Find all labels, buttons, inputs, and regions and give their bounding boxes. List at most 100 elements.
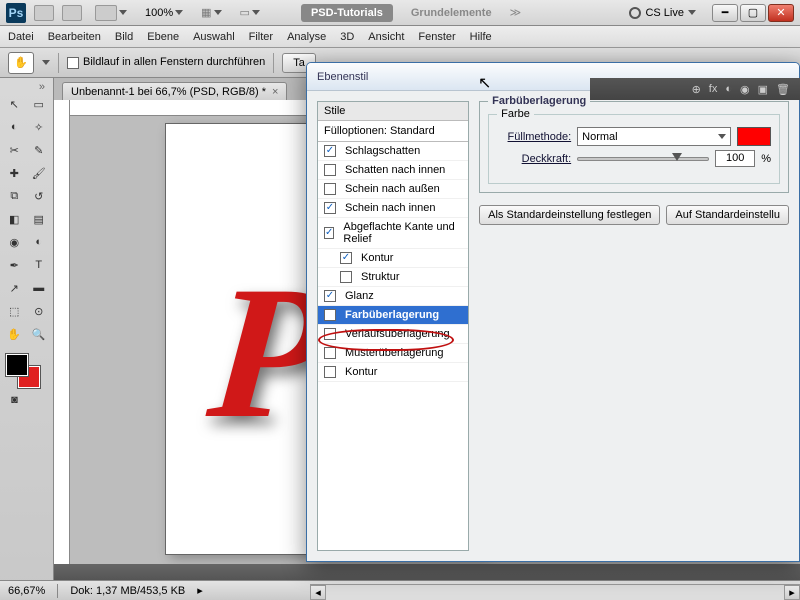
blur-tool[interactable]: ◉ (2, 231, 27, 253)
zoom-dropdown[interactable]: 100% (140, 5, 188, 21)
eraser-tool[interactable]: ◧ (2, 208, 27, 230)
panel-icon[interactable]: ▣ (758, 83, 768, 96)
tool-preset-dropdown[interactable] (42, 60, 50, 65)
quickmask-tool[interactable]: ◙ (2, 389, 27, 411)
menu-analyse[interactable]: Analyse (287, 31, 326, 43)
style-checkbox[interactable] (324, 227, 334, 239)
menu-hilfe[interactable]: Hilfe (470, 31, 492, 43)
style-item[interactable]: Verlaufsüberlagerung (318, 325, 468, 344)
status-zoom[interactable]: 66,67% (8, 585, 45, 597)
overlay-color-swatch[interactable] (737, 127, 771, 146)
menu-filter[interactable]: Filter (249, 31, 273, 43)
window-maximize-button[interactable]: ▢ (740, 4, 766, 22)
style-checkbox[interactable] (324, 164, 336, 176)
panel-icon[interactable]: ◐ (725, 83, 732, 95)
workspace-tab-active[interactable]: PSD-Tutorials (301, 4, 393, 22)
menu-datei[interactable]: Datei (8, 31, 34, 43)
heal-tool[interactable]: ✚ (2, 162, 27, 184)
window-minimize-button[interactable]: ━ (712, 4, 738, 22)
style-item[interactable]: Struktur (318, 268, 468, 287)
style-item[interactable]: Schein nach außen (318, 180, 468, 199)
stamp-tool[interactable]: ⧉ (2, 185, 27, 207)
crop-tool[interactable]: ✂ (2, 139, 27, 161)
style-checkbox[interactable] (324, 366, 336, 378)
make-default-button[interactable]: Als Standardeinstellung festlegen (479, 205, 660, 225)
brush-tool[interactable]: 🖌 (27, 162, 52, 184)
marquee-tool[interactable]: ▭ (27, 93, 52, 115)
window-close-button[interactable]: ✕ (768, 4, 794, 22)
horizontal-scrollbar[interactable]: ◂▸ (310, 584, 800, 600)
history-brush-tool[interactable]: ↺ (27, 185, 52, 207)
menu-ebene[interactable]: Ebene (147, 31, 179, 43)
dodge-tool[interactable]: ◐ (27, 231, 52, 253)
style-item[interactable]: Schlagschatten (318, 142, 468, 161)
style-item[interactable]: Kontur (318, 249, 468, 268)
style-checkbox[interactable] (324, 347, 336, 359)
style-item[interactable]: Schein nach innen (318, 199, 468, 218)
zoom-tool[interactable]: 🔍 (27, 323, 52, 345)
color-swatches[interactable] (2, 350, 51, 388)
panel-icon[interactable]: ⊕ (692, 83, 701, 96)
reset-default-button[interactable]: Auf Standardeinstellu (666, 205, 789, 225)
workspace-tab[interactable]: Grundelemente (401, 4, 502, 22)
workspace-more-icon[interactable]: ≫ (510, 6, 522, 19)
shape-tool[interactable]: ▬ (27, 277, 52, 299)
foreground-color-swatch[interactable] (6, 354, 28, 376)
lasso-tool[interactable]: ◐ (2, 116, 27, 138)
gradient-tool[interactable]: ▤ (27, 208, 52, 230)
scroll-all-windows-checkbox[interactable]: Bildlauf in allen Fenstern durchführen (67, 56, 265, 68)
type-tool[interactable]: T (27, 254, 52, 276)
menu-bild[interactable]: Bild (115, 31, 133, 43)
menu-ansicht[interactable]: Ansicht (368, 31, 404, 43)
style-checkbox[interactable] (324, 202, 336, 214)
menu-bearbeiten[interactable]: Bearbeiten (48, 31, 101, 43)
style-item[interactable]: Kontur (318, 363, 468, 382)
status-menu-icon[interactable]: ▸ (197, 584, 203, 597)
3d-tool[interactable]: ⬚ (2, 300, 27, 322)
menu-auswahl[interactable]: Auswahl (193, 31, 235, 43)
style-label: Schein nach außen (345, 183, 440, 195)
path-select-tool[interactable]: ↗ (2, 277, 27, 299)
panel-icon[interactable]: 🗑 (776, 83, 790, 96)
tools-collapse-icon[interactable]: » (2, 82, 51, 92)
eyedropper-tool[interactable]: ✎ (27, 139, 52, 161)
style-item[interactable]: Abgeflachte Kante und Relief (318, 218, 468, 249)
style-item[interactable]: Farbüberlagerung (318, 306, 468, 325)
document-close-icon[interactable]: × (272, 86, 278, 98)
style-checkbox[interactable] (324, 328, 336, 340)
ruler-vertical[interactable] (54, 100, 70, 600)
style-item[interactable]: Musterüberlagerung (318, 344, 468, 363)
panel-icon[interactable]: ◉ (740, 83, 750, 96)
style-checkbox[interactable] (324, 290, 336, 302)
hand-tool[interactable]: ✋ (2, 323, 27, 345)
menu-fenster[interactable]: Fenster (418, 31, 455, 43)
cslive-button[interactable]: CS Live (629, 7, 696, 19)
opacity-slider[interactable] (577, 157, 709, 161)
arrange-dropdown[interactable]: ▭ (235, 4, 265, 21)
style-checkbox[interactable] (324, 183, 336, 195)
wand-tool[interactable]: ✧ (27, 116, 52, 138)
menu-3d[interactable]: 3D (340, 31, 354, 43)
style-item[interactable]: Glanz (318, 287, 468, 306)
minibridge-icon[interactable] (62, 5, 82, 21)
slider-thumb[interactable] (672, 153, 682, 161)
blending-options-item[interactable]: Fülloptionen: Standard (318, 121, 468, 142)
status-docsize[interactable]: Dok: 1,37 MB/453,5 KB (70, 585, 185, 597)
style-checkbox[interactable] (340, 271, 352, 283)
style-item[interactable]: Schatten nach innen (318, 161, 468, 180)
current-tool-icon[interactable]: ✋ (8, 52, 34, 74)
panel-icon[interactable]: fx (709, 83, 718, 95)
opacity-input[interactable]: 100 (715, 150, 755, 167)
style-checkbox[interactable] (324, 145, 336, 157)
bridge-icon[interactable] (34, 5, 54, 21)
style-checkbox[interactable] (340, 252, 352, 264)
main-menubar: Datei Bearbeiten Bild Ebene Auswahl Filt… (0, 26, 800, 48)
3d-camera-tool[interactable]: ⊙ (27, 300, 52, 322)
document-tab[interactable]: Unbenannt-1 bei 66,7% (PSD, RGB/8) * × (62, 82, 287, 101)
style-checkbox[interactable] (324, 309, 336, 321)
blend-mode-dropdown[interactable]: Normal (577, 127, 731, 146)
screen-mode-dropdown[interactable] (90, 3, 132, 23)
pen-tool[interactable]: ✒ (2, 254, 27, 276)
view-extras-dropdown[interactable]: ▦ (196, 4, 226, 21)
move-tool[interactable]: ↖ (2, 93, 27, 115)
